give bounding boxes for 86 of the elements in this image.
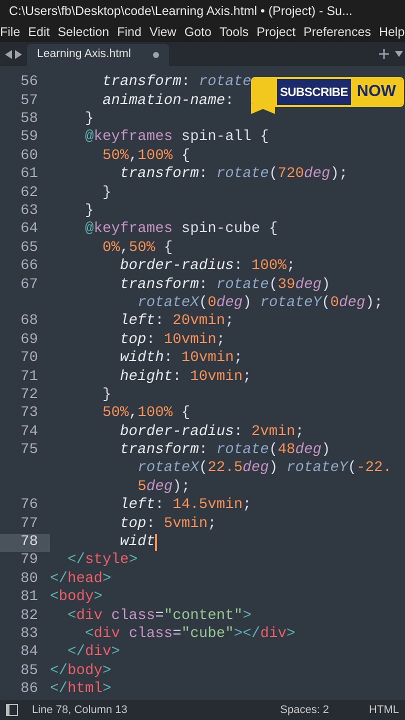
menu-item[interactable]: File [0,22,20,42]
code-line: left: 20vmin; [120,312,234,332]
code-line: transform: rotate(720deg); [120,165,348,184]
tab-right-arrow-icon[interactable] [15,50,22,58]
code-line: } [85,202,94,221]
line-number: 78 [0,534,50,552]
panel-toggle-icon[interactable] [6,704,18,716]
line-number: 77 [19,515,39,534]
line-number: 62 [19,184,39,203]
line-number: 63 [19,202,39,221]
code-line: <div class="cube"></div> [85,624,296,644]
line-number: 72 [19,386,39,405]
code-line: border-radius: 100%; [120,257,296,276]
syntax-mode[interactable]: HTML [369,702,399,718]
dropdown-caret-icon[interactable] [395,51,403,57]
line-number: 56 [19,74,39,92]
menu-item[interactable]: Project [256,22,296,42]
new-tab-icon[interactable] [379,49,389,59]
code-line: border-radius: 2vmin; [120,422,304,442]
code-line: </body> [50,662,112,681]
code-line: </div> [68,643,120,662]
code-line: 50%,100% { [102,146,190,166]
code-line: </head> [50,570,112,589]
code-line: width: 10vmin; [120,349,243,368]
line-number: 68 [19,313,39,332]
line-number: 64 [19,221,39,240]
menu-item[interactable]: View [149,22,176,42]
text-cursor [155,534,158,552]
code-line: </html> [50,680,112,700]
line-number: 80 [19,570,39,589]
code-line: transform: rotate(39deg) [120,276,330,295]
line-number: 86 [19,680,39,700]
menu-item[interactable]: Help [378,22,405,42]
menu-item[interactable]: Edit [28,22,50,42]
menu-item[interactable]: Find [117,22,142,42]
code-line: </style> [68,551,138,570]
code-line: 5deg); [138,478,190,497]
line-number: 59 [19,129,39,148]
window-title: C:\Users\fb\Desktop\code\Learning Axis.html • (Project) - Su... [9,2,352,20]
editor-tab[interactable]: Learning Axis.html [27,44,169,66]
code-line: } [102,184,112,203]
line-number: 61 [19,166,39,184]
code-line: widt [120,533,156,552]
line-number: 84 [19,644,39,662]
line-number: 71 [19,368,39,386]
menu-item[interactable]: Selection [58,22,110,42]
menu-item[interactable]: Tools [219,22,249,42]
code-line: left: 14.5vmin; [120,496,252,516]
code-line: <body> [50,588,103,608]
line-number: 69 [19,331,39,350]
line-number: 82 [19,607,39,626]
line-number: 60 [19,148,39,166]
code-line: 50%,100% { [102,404,190,424]
code-line: @keyframes spin-cube { [85,220,278,240]
line-number: 58 [19,110,39,130]
code-line: top: 5vmin; [120,514,216,534]
code-line: @keyframes spin-all { [85,128,269,148]
code-line: transform: rotate [102,73,252,92]
code-line: 0%,50% { [102,238,173,258]
menu-item[interactable]: Preferences [304,22,371,42]
line-number: 66 [19,258,39,276]
code-line: animation-name: [102,92,234,111]
code-line: } [85,110,94,129]
cursor-position: Line 78, Column 13 [32,702,128,718]
code-line: height: 10vmin; [120,368,252,386]
menu-item[interactable]: Goto [184,22,212,42]
code-line: rotateX(22.5deg) rotateY(-22. [138,459,392,478]
line-number: 85 [19,662,39,681]
line-number: 79 [19,552,39,570]
line-number: 67 [19,276,39,295]
tab-left-arrow-icon[interactable] [5,50,12,58]
line-number: 75 [19,442,39,460]
line-number: 57 [19,92,39,111]
line-number: 74 [19,423,39,442]
code-line: transform: rotate(48deg) [120,441,330,460]
code-line: rotateX(0deg) rotateY(0deg); [138,294,383,313]
line-number: 73 [19,405,39,424]
code-line: <div class="content"> [68,606,252,626]
code-line: } [102,386,112,405]
line-number: 81 [19,588,39,608]
line-number: 76 [19,496,39,516]
indentation-setting[interactable]: Spaces: 2 [280,702,330,718]
line-number: 65 [19,240,39,258]
code-line: top: 10vmin; [120,330,226,350]
line-number: 83 [19,626,39,644]
line-number: 70 [19,350,39,368]
